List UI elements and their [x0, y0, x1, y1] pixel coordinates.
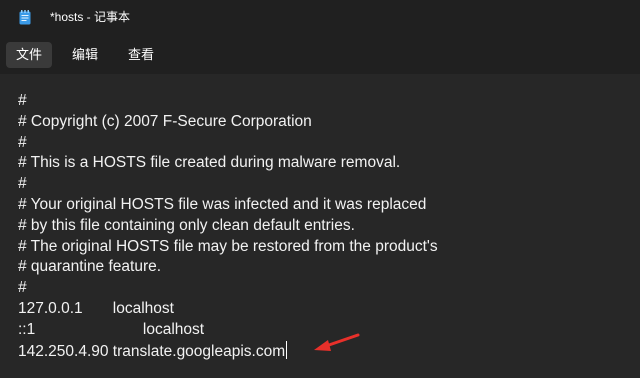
editor-line: # This is a HOSTS file created during ma…: [18, 154, 401, 172]
editor-line: # The original HOSTS file may be restore…: [18, 237, 438, 255]
window-title: *hosts - 记事本: [50, 10, 131, 24]
editor-line: # Your original HOSTS file was infected …: [18, 195, 427, 213]
editor-line: # quarantine feature.: [18, 258, 162, 276]
menu-file[interactable]: 文件: [6, 42, 52, 68]
editor-line: ::1 localhost: [18, 320, 205, 338]
editor-line: #: [18, 279, 27, 297]
editor-line: # Copyright (c) 2007 F-Secure Corporatio…: [18, 112, 312, 130]
menu-bar: 文件 编辑 查看: [0, 36, 640, 74]
editor-line: 127.0.0.1 localhost: [18, 299, 174, 317]
editor-line-text: 142.250.4.90 translate.googleapis.com: [18, 342, 286, 360]
editor-line: #: [18, 175, 27, 193]
editor-line-last: 142.250.4.90 translate.googleapis.com: [18, 340, 438, 362]
text-caret: [286, 340, 288, 359]
editor-line: #: [18, 92, 27, 109]
menu-view[interactable]: 查看: [118, 42, 164, 68]
notepad-icon: [19, 10, 31, 25]
editor-lines: # # Copyright (c) 2007 F-Secure Corporat…: [18, 91, 438, 361]
menu-edit[interactable]: 编辑: [62, 42, 108, 68]
red-arrow-icon: [314, 333, 360, 351]
editor-line: #: [18, 133, 27, 151]
title-bar[interactable]: *hosts - 记事本: [0, 0, 640, 36]
editor-line: # by this file containing only clean def…: [18, 216, 355, 234]
notepad-window: *hosts - 记事本 文件 编辑 查看 # # Copyright (c) …: [0, 0, 640, 378]
